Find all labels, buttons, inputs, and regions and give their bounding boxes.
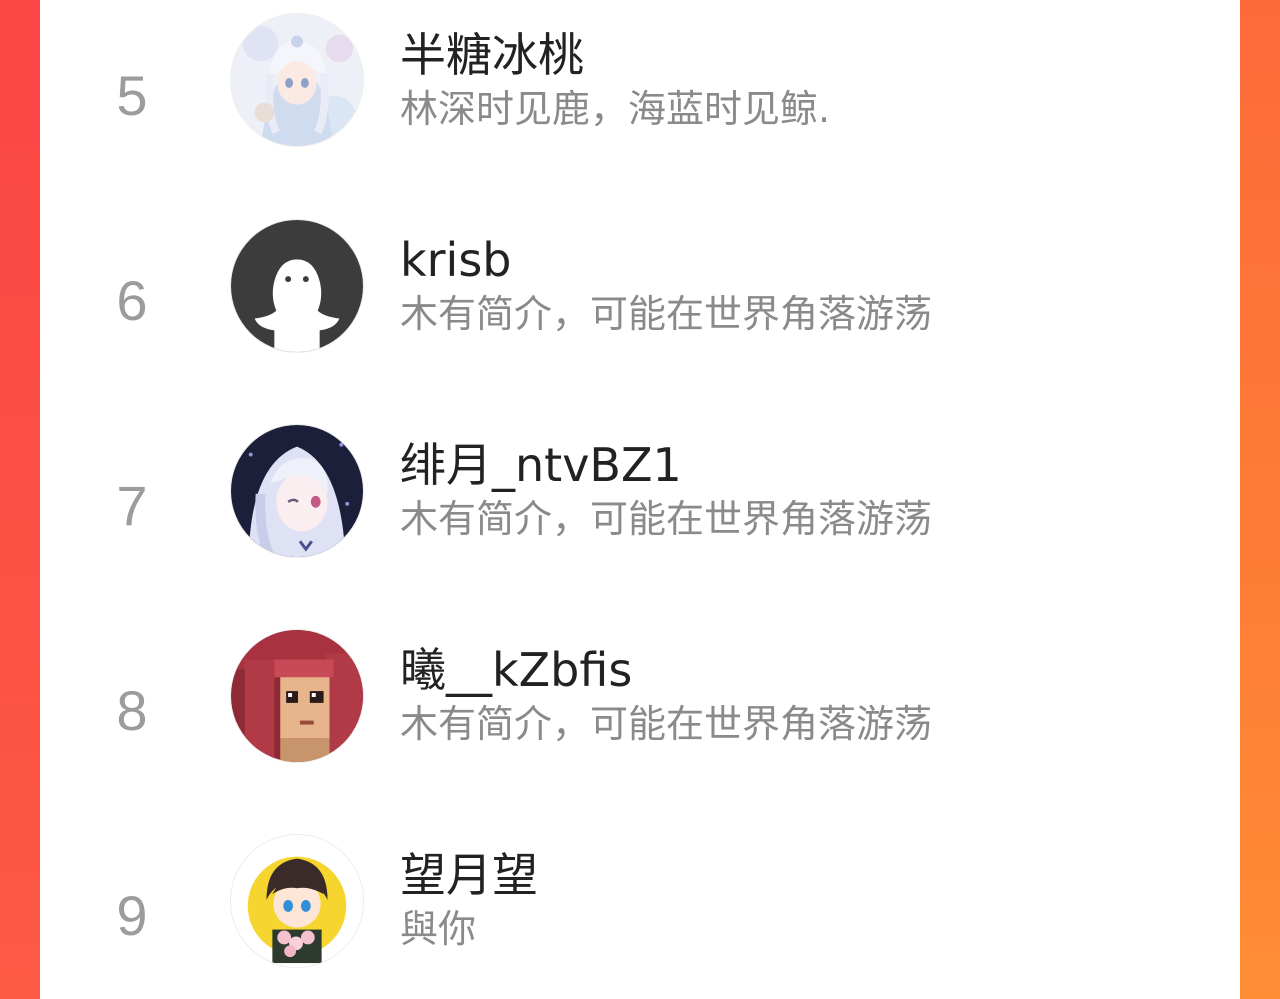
user-name: 半糖冰桃 (400, 28, 584, 82)
user-name: 绯月_ntvBZ1 (400, 438, 682, 492)
rank-number: 7 (116, 474, 148, 537)
user-bio: 木有简介，可能在世界角落游荡 (400, 292, 933, 336)
rank-number: 9 (116, 884, 148, 947)
right-background-edge (1240, 0, 1280, 999)
user-avatar[interactable] (230, 13, 364, 147)
user-avatar[interactable] (230, 629, 364, 763)
user-bio: 與你 (400, 907, 477, 951)
pixel-art-girl-avatar-image (231, 630, 363, 762)
rank-number: 6 (116, 269, 148, 332)
ranking-item-6[interactable]: 6 krisb 木有简介，可能在世界角落游荡 (40, 205, 1240, 375)
user-avatar[interactable] (230, 834, 364, 968)
ranking-list: 5 半糖冰桃 林深时见鹿，海蓝时见鲸. 6 krisb 木有简介，可能在世界角落… (40, 0, 1240, 999)
user-bio: 木有简介，可能在世界角落游荡 (400, 497, 933, 541)
anime-boy-flowers-avatar-image (231, 835, 363, 967)
user-bio: 林深时见鹿，海蓝时见鲸. (400, 87, 831, 131)
anime-silver-hair-avatar-image (231, 425, 363, 557)
user-bio: 木有简介，可能在世界角落游荡 (400, 702, 933, 746)
rank-number: 5 (116, 64, 148, 127)
default-ghost-avatar-image (231, 220, 363, 352)
ranking-item-7[interactable]: 7 绯月_ntvBZ1 木有简介，可能在世界角落游荡 (40, 410, 1240, 580)
rank-number: 8 (116, 679, 148, 742)
ranking-item-8[interactable]: 8 曦__kZbfis 木有简介，可能在世界角落游荡 (40, 615, 1240, 785)
ranking-item-5[interactable]: 5 半糖冰桃 林深时见鹿，海蓝时见鲸. (40, 0, 1240, 170)
user-name: 曦__kZbfis (400, 643, 633, 697)
user-avatar[interactable] (230, 219, 364, 353)
user-avatar[interactable] (230, 424, 364, 558)
user-name: 望月望 (400, 848, 538, 902)
ranking-item-9[interactable]: 9 望月望 與你 (40, 820, 1240, 990)
anime-girl-white-hair-avatar-image (231, 14, 363, 146)
left-background-edge (0, 0, 40, 999)
user-name: krisb (400, 233, 512, 287)
